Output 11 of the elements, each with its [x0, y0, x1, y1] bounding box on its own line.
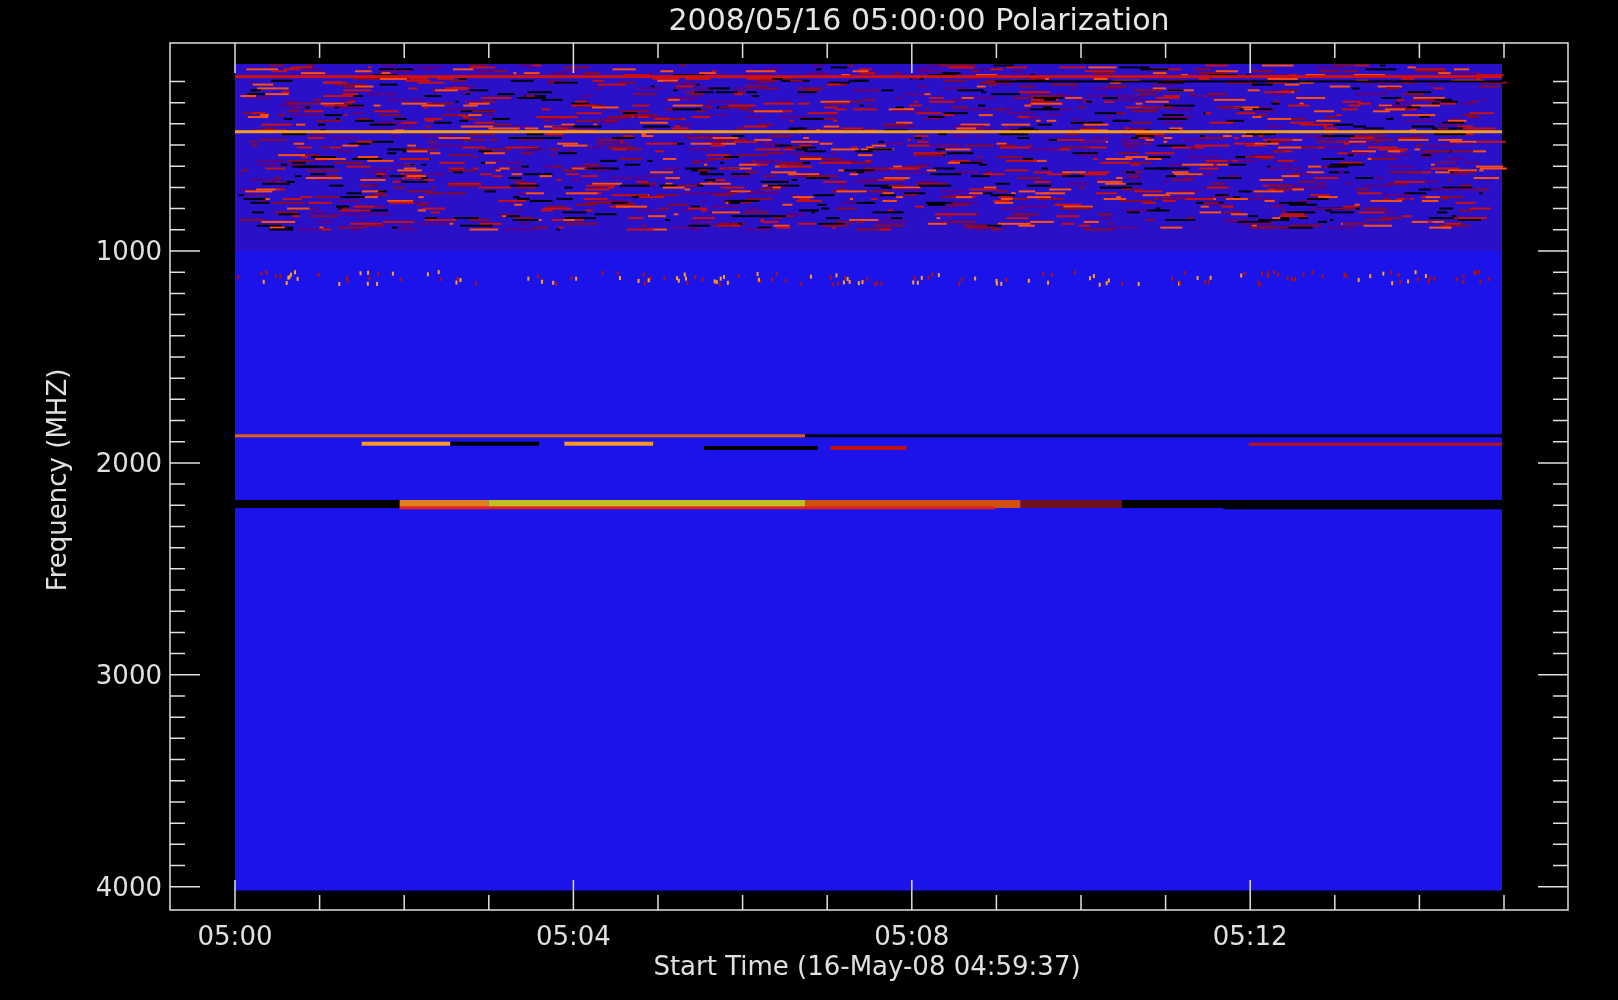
x-tick-label: 05:00 [197, 921, 273, 951]
y-tick-label: 2000 [95, 447, 162, 478]
chart-title: 2008/05/16 05:00:00 Polarization [668, 1, 1170, 39]
y-axis-label: Frequency (MHZ) [42, 368, 72, 592]
x-axis-label: Start Time (16-May-08 04:59:37) [653, 951, 1081, 981]
x-tick-label: 05:12 [1212, 921, 1288, 951]
x-tick-label: 05:08 [874, 921, 950, 951]
y-tick-label: 1000 [95, 236, 162, 266]
y-tick-label: 4000 [95, 871, 162, 902]
x-tick-label: 05:04 [535, 921, 611, 951]
y-tick-label: 3000 [95, 659, 162, 690]
